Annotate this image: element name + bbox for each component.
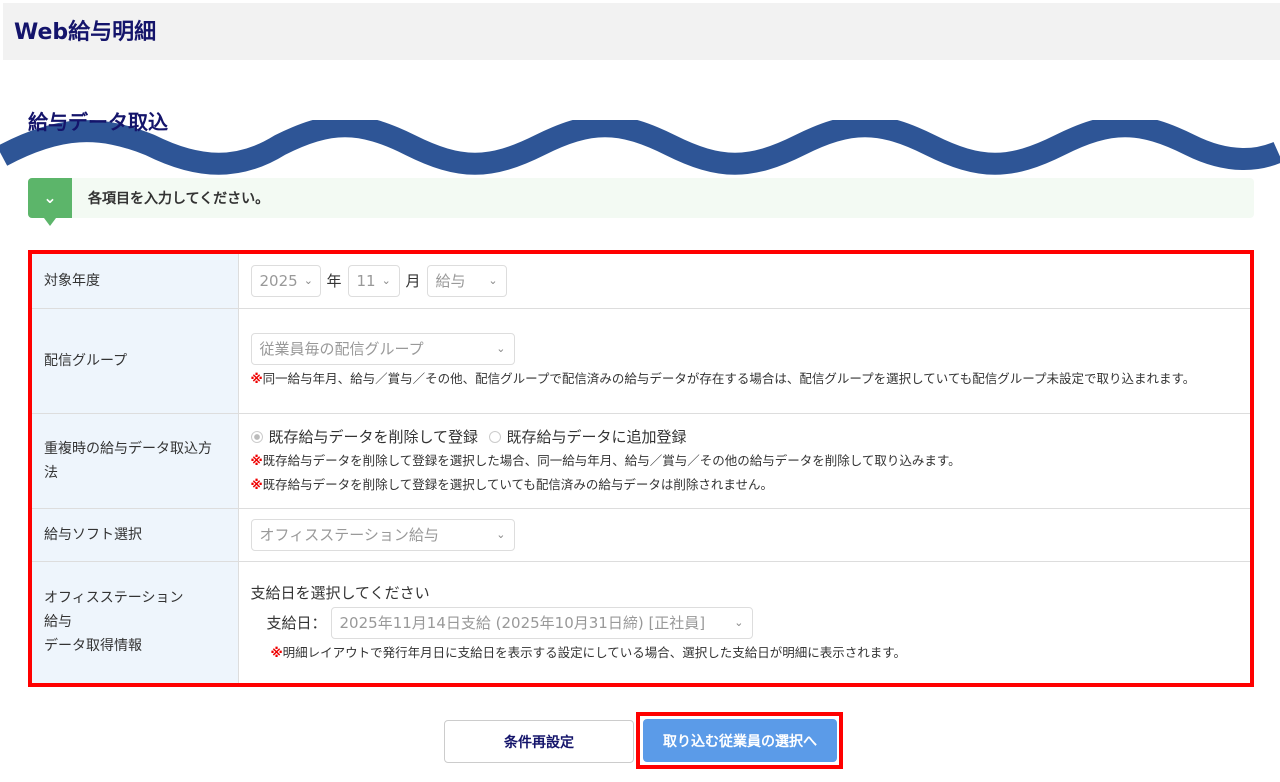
label-target: 対象年度 <box>32 254 239 309</box>
wave-path <box>0 120 1280 175</box>
row-software: 給与ソフト選択 オフィスステーション給与 ⌄ <box>32 508 1250 562</box>
chevron-down-icon: ⌄ <box>381 274 391 288</box>
duplicate-note-1: 既存給与データを削除して登録を選択した場合、同一給与年月、給与／賞与／その他の給… <box>262 453 961 468</box>
year-unit: 年 <box>326 272 342 291</box>
label-duplicate: 重複時の給与データ取込方法 <box>32 413 239 509</box>
chevron-down-icon: ⌄ <box>488 274 498 288</box>
label-line: データ取得情報 <box>44 638 142 655</box>
row-os: オフィスステーション 給与 データ取得情報 支給日を選択してください 支給日： 202… <box>32 561 1250 683</box>
reset-conditions-button[interactable]: 条件再設定 <box>444 720 634 763</box>
app-header <box>3 3 1280 60</box>
label-line: オフィスステーション <box>44 590 184 607</box>
radio-unchecked-icon <box>488 430 501 443</box>
pay-prompt: 支給日を選択してください <box>250 583 430 602</box>
app-title: Web給与明細 <box>14 20 157 45</box>
year-value: 2025 <box>259 271 298 290</box>
chevron-down-icon: ⌄ <box>303 274 313 288</box>
type-value: 給与 <box>435 272 466 291</box>
note-mark: ※ <box>270 644 283 660</box>
note-mark: ※ <box>250 477 263 492</box>
chevron-down-icon: ⌄ <box>28 178 72 218</box>
radio-delete-register[interactable]: 既存給与データを削除して登録 <box>250 426 479 447</box>
badge-tip <box>44 218 56 226</box>
chevron-down-icon: ⌄ <box>496 528 506 541</box>
wave-decoration <box>0 120 1280 175</box>
radio-label: 既存給与データに追加登録 <box>506 428 687 446</box>
pay-date-select[interactable]: 2025年11月14日支給 (2025年10月31日締) [正社員] ⌄ <box>330 606 753 639</box>
row-group: 配信グループ 従業員毎の配信グループ ⌄ ※同一給与年月、給与／賞与／その他、配信… <box>32 308 1250 414</box>
note-mark: ※ <box>250 453 263 468</box>
label-line: 給与 <box>44 614 72 631</box>
group-select[interactable]: 従業員毎の配信グループ ⌄ <box>250 332 515 365</box>
group-value: 従業員毎の配信グループ <box>259 340 424 358</box>
chevron-down-icon: ⌄ <box>734 616 744 630</box>
duplicate-note-2: 既存給与データを削除して登録を選択していても配信済みの給与データは削除されません… <box>262 477 774 492</box>
pay-date-value: 2025年11月14日支給 (2025年10月31日締) [正社員] <box>339 614 706 633</box>
chevron-down-icon: ⌄ <box>496 342 506 355</box>
pay-label: 支給日： <box>266 614 327 633</box>
row-duplicate: 重複時の給与データ取込方法 既存給与データを削除して登録 既存給与データに追加登… <box>32 413 1250 509</box>
group-note: 同一給与年月、給与／賞与／その他、配信グループで配信済みの給与データが存在する場… <box>262 370 1196 386</box>
radio-label: 既存給与データを削除して登録 <box>268 428 479 446</box>
import-form: 対象年度 2025 ⌄ 年 11 ⌄ 月給与 ⌄ 配信グループ 従業員毎の配信グループ ⌄ ※… <box>28 250 1254 687</box>
label-group: 配信グループ <box>32 308 239 414</box>
software-select[interactable]: オフィスステーション給与 ⌄ <box>250 518 515 551</box>
note-mark: ※ <box>250 370 263 386</box>
radio-append-register[interactable]: 既存給与データに追加登録 <box>488 426 687 447</box>
month-unit: 月 <box>405 272 421 291</box>
radio-checked-icon <box>250 430 263 443</box>
software-value: オフィスステーション給与 <box>259 526 439 544</box>
month-select[interactable]: 11 ⌄ <box>347 264 400 297</box>
page-title: 給与データ取込 <box>28 110 168 134</box>
select-employees-button[interactable]: 取り込む従業員の選択へ <box>643 719 837 762</box>
label-os: オフィスステーション 給与データ取得情報 <box>32 561 239 683</box>
type-select[interactable]: 給与 ⌄ <box>426 264 507 297</box>
row-target: 対象年度 2025 ⌄ 年 11 ⌄ 月給与 ⌄ <box>32 254 1250 309</box>
os-note: 明細レイアウトで発行年月日に支給日を表示する設定にしている場合、選択した支給日が… <box>282 644 907 660</box>
info-text: 各項目を入力してください。 <box>88 191 270 207</box>
label-software: 給与ソフト選択 <box>32 508 239 562</box>
year-select[interactable]: 2025 ⌄ <box>250 264 321 297</box>
month-value: 11 <box>356 271 376 290</box>
